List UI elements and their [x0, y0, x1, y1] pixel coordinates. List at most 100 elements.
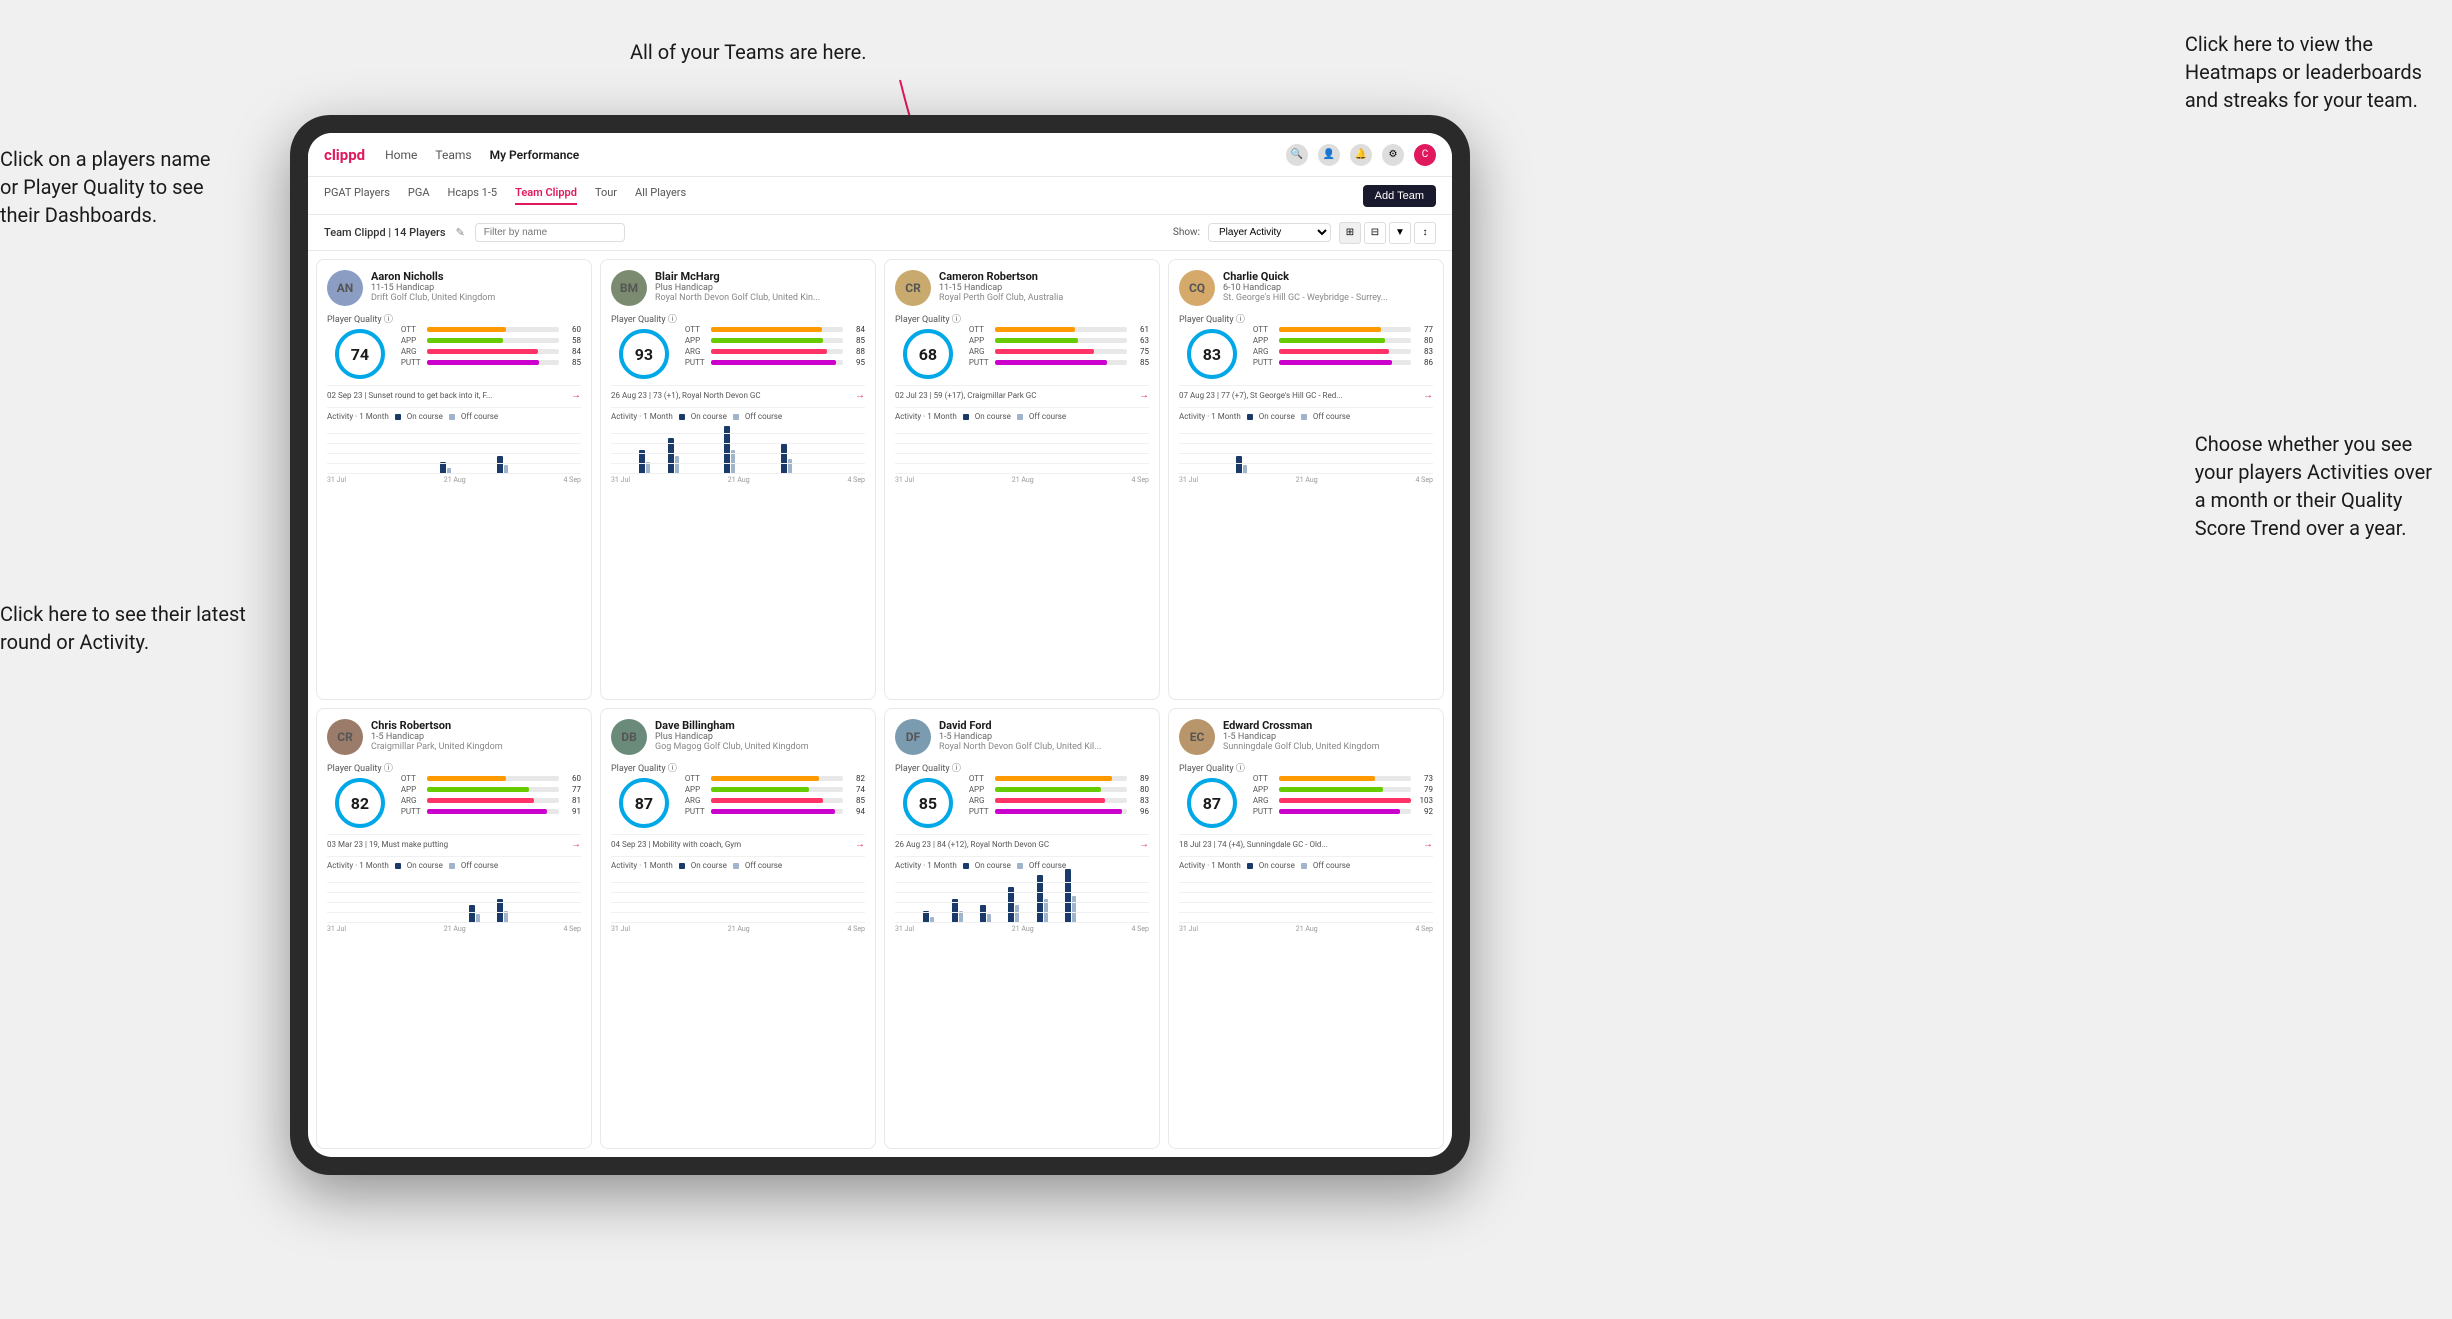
quality-score[interactable]: 68 — [903, 329, 953, 379]
nav-teams[interactable]: Teams — [435, 148, 471, 162]
latest-round[interactable]: 26 Aug 23 | 84 (+12), Royal North Devon … — [895, 834, 1149, 850]
card-header: BMBlair McHargPlus HandicapRoyal North D… — [611, 270, 865, 306]
nav-home[interactable]: Home — [385, 148, 417, 162]
chart-area — [611, 873, 865, 923]
bar-arg: ARG88 — [685, 347, 865, 356]
quality-label: Player Quality ⓘ — [1179, 761, 1245, 774]
latest-round[interactable]: 03 Mar 23 | 19, Must make putting→ — [327, 834, 581, 850]
round-text: 04 Sep 23 | Mobility with coach, Gym — [611, 840, 741, 849]
player-club: Craigmillar Park, United Kingdom — [371, 742, 581, 752]
player-info: Aaron Nicholls11-15 HandicapDrift Golf C… — [371, 270, 581, 303]
latest-round[interactable]: 26 Aug 23 | 73 (+1), Royal North Devon G… — [611, 385, 865, 401]
tab-tour[interactable]: Tour — [595, 186, 617, 205]
search-icon[interactable]: 🔍 — [1286, 144, 1308, 166]
tab-hcaps[interactable]: Hcaps 1-5 — [448, 186, 498, 205]
legend-off-label: Off course — [1029, 412, 1066, 421]
chart-bar-group — [469, 905, 496, 923]
chart-bar-group — [497, 456, 524, 474]
quality-score[interactable]: 74 — [335, 329, 385, 379]
round-arrow: → — [571, 390, 581, 401]
player-name[interactable]: Aaron Nicholls — [371, 270, 581, 283]
bell-icon[interactable]: 🔔 — [1350, 144, 1372, 166]
bar-arg: ARG81 — [401, 796, 581, 805]
player-name[interactable]: Charlie Quick — [1223, 270, 1433, 283]
filter-icon[interactable]: ▼ — [1389, 222, 1411, 244]
quality-bars: OTT61APP63ARG75PUTT85 — [969, 325, 1149, 367]
player-name[interactable]: Cameron Robertson — [939, 270, 1149, 283]
player-card[interactable]: ECEdward Crossman1-5 HandicapSunningdale… — [1168, 708, 1444, 1149]
chart-x-label: 21 Aug — [728, 925, 750, 933]
quality-score[interactable]: 87 — [619, 778, 669, 828]
chart-bar-group — [781, 444, 808, 474]
quality-score[interactable]: 85 — [903, 778, 953, 828]
annotation-activities: Choose whether you see your players Acti… — [2195, 430, 2432, 542]
player-card[interactable]: ANAaron Nicholls11-15 HandicapDrift Golf… — [316, 259, 592, 700]
tab-all-players[interactable]: All Players — [635, 186, 686, 205]
user-icon[interactable]: 👤 — [1318, 144, 1340, 166]
latest-round[interactable]: 02 Sep 23 | Sunset round to get back int… — [327, 385, 581, 401]
legend-on-dot — [395, 863, 401, 869]
filter-bar: Team Clippd | 14 Players ✎ Show: Player … — [308, 215, 1452, 251]
tab-pga[interactable]: PGA — [408, 186, 430, 205]
quality-score[interactable]: 87 — [1187, 778, 1237, 828]
player-card[interactable]: CQCharlie Quick6-10 HandicapSt. George's… — [1168, 259, 1444, 700]
quality-score[interactable]: 83 — [1187, 329, 1237, 379]
player-name[interactable]: Blair McHarg — [655, 270, 865, 283]
tab-pgat[interactable]: PGAT Players — [324, 186, 390, 205]
player-name[interactable]: Edward Crossman — [1223, 719, 1433, 732]
player-card[interactable]: CRChris Robertson1-5 HandicapCraigmillar… — [316, 708, 592, 1149]
chart-x-label: 4 Sep — [1132, 476, 1149, 484]
player-card[interactable]: DFDavid Ford1-5 HandicapRoyal North Devo… — [884, 708, 1160, 1149]
on-course-bar — [980, 905, 986, 923]
show-select[interactable]: Player Activity Quality Score Trend — [1208, 223, 1331, 242]
activity-label: Activity · 1 Month — [327, 861, 389, 870]
quality-bars: OTT89APP80ARG83PUTT96 — [969, 774, 1149, 816]
player-card[interactable]: BMBlair McHargPlus HandicapRoyal North D… — [600, 259, 876, 700]
round-text: 26 Aug 23 | 73 (+1), Royal North Devon G… — [611, 391, 761, 400]
quality-section: Player Quality ⓘ68OTT61APP63ARG75PUTT85 — [895, 312, 1149, 379]
bar-app: APP80 — [969, 785, 1149, 794]
latest-round[interactable]: 02 Jul 23 | 59 (+17), Craigmillar Park G… — [895, 385, 1149, 401]
latest-round[interactable]: 04 Sep 23 | Mobility with coach, Gym→ — [611, 834, 865, 850]
activity-header: Activity · 1 MonthOn courseOff course — [895, 861, 1149, 870]
on-course-bar — [1236, 456, 1242, 474]
player-card[interactable]: CRCameron Robertson11-15 HandicapRoyal P… — [884, 259, 1160, 700]
player-name[interactable]: David Ford — [939, 719, 1149, 732]
settings-icon[interactable]: ⚙ — [1382, 144, 1404, 166]
player-name[interactable]: Chris Robertson — [371, 719, 581, 732]
legend-off-label: Off course — [745, 412, 782, 421]
round-text: 07 Aug 23 | 77 (+7), St George's Hill GC… — [1179, 391, 1343, 400]
legend-off-dot — [449, 414, 455, 420]
grid4-icon[interactable]: ⊞ — [1339, 222, 1361, 244]
off-course-bar — [1072, 896, 1076, 923]
chart-bar-group — [980, 905, 1007, 923]
quality-bars: OTT84APP85ARG88PUTT95 — [685, 325, 865, 367]
bar-putt: PUTT85 — [401, 358, 581, 367]
tab-team-clippd[interactable]: Team Clippd — [515, 186, 577, 205]
player-club: St. George's Hill GC - Weybridge - Surre… — [1223, 293, 1433, 303]
quality-label: Player Quality ⓘ — [327, 312, 393, 325]
sort-icon[interactable]: ↕ — [1414, 222, 1436, 244]
latest-round[interactable]: 07 Aug 23 | 77 (+7), St George's Hill GC… — [1179, 385, 1433, 401]
search-input[interactable] — [475, 223, 625, 242]
player-name[interactable]: Dave Billingham — [655, 719, 865, 732]
player-handicap: 1-5 Handicap — [939, 732, 1149, 742]
bar-putt: PUTT86 — [1253, 358, 1433, 367]
activity-header: Activity · 1 MonthOn courseOff course — [611, 861, 865, 870]
quality-score[interactable]: 82 — [335, 778, 385, 828]
quality-bars: OTT60APP58ARG84PUTT85 — [401, 325, 581, 367]
latest-round[interactable]: 18 Jul 23 | 74 (+4), Sunningdale GC - Ol… — [1179, 834, 1433, 850]
edit-icon[interactable]: ✎ — [456, 226, 465, 239]
chart-area — [327, 424, 581, 474]
quality-score[interactable]: 93 — [619, 329, 669, 379]
grid3-icon[interactable]: ⊟ — [1364, 222, 1386, 244]
bar-ott: OTT82 — [685, 774, 865, 783]
legend-on-dot — [679, 414, 685, 420]
round-text: 18 Jul 23 | 74 (+4), Sunningdale GC - Ol… — [1179, 840, 1328, 849]
legend-on-dot — [963, 414, 969, 420]
add-team-button[interactable]: Add Team — [1363, 185, 1436, 207]
legend-off-dot — [1301, 414, 1307, 420]
player-card[interactable]: DBDave BillinghamPlus HandicapGog Magog … — [600, 708, 876, 1149]
nav-performance[interactable]: My Performance — [490, 148, 580, 162]
avatar-icon[interactable]: C — [1414, 144, 1436, 166]
